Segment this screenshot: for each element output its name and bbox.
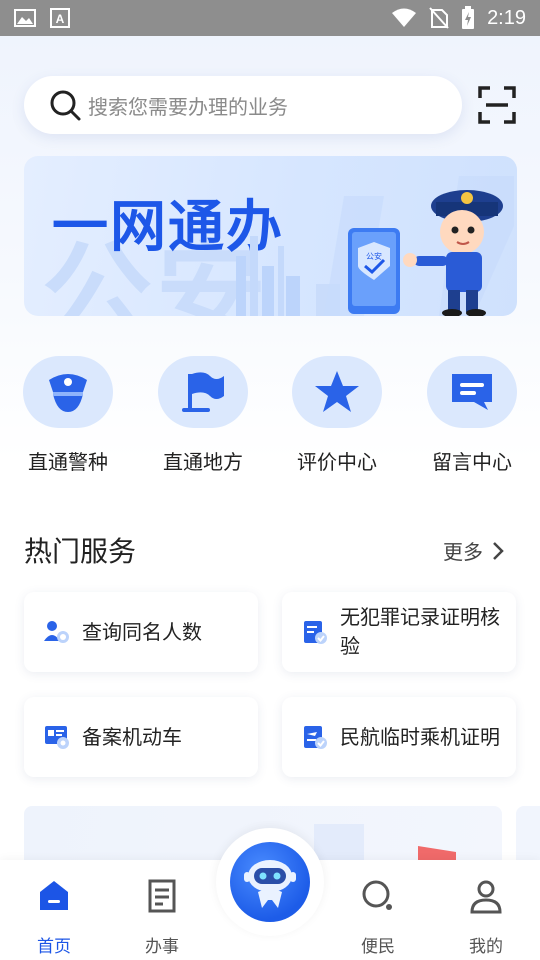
message-icon [452,374,492,410]
search-circle-icon [362,880,392,910]
chevron-right-icon [493,541,504,560]
quick-link-label: 直通地方 [163,450,243,474]
star-icon [315,371,359,412]
service-card-vehicle-register[interactable]: 备案机动车 [24,697,258,777]
service-label: 备案机动车 [82,724,182,749]
people-search-icon [44,621,69,643]
more-link[interactable]: 更多 [443,536,505,565]
tab-services[interactable]: 办事 [122,876,202,957]
svg-text:A: A [56,12,65,26]
tab-label: 便民 [361,937,395,957]
service-label: 民航临时乘机证明 [340,724,500,749]
flag-icon [182,372,224,412]
tab-profile[interactable]: 我的 [446,876,526,957]
status-time: 2:19 [487,6,526,29]
tab-home[interactable]: 首页 [14,876,94,957]
quick-links: 直通警种 直通地方 评价中心 留言中心 [0,356,540,476]
document-icon [148,879,176,913]
phone-shield-text: 公安 [366,251,382,261]
gallery-icon [14,9,36,27]
quick-link-messages[interactable]: 留言中心 [417,356,527,475]
font-icon: A [50,8,70,28]
quick-link-police-types[interactable]: 直通警种 [13,356,123,475]
hot-services-title: 热门服务 [24,535,137,568]
search-input[interactable]: 搜索您需要办理的业务 [24,76,462,134]
wifi-icon [392,8,417,27]
more-label: 更多 [443,540,483,564]
search-placeholder: 搜索您需要办理的业务 [88,94,288,119]
tab-label: 办事 [145,937,179,957]
battery-charging-icon [462,6,475,29]
quick-link-local[interactable]: 直通地方 [148,356,258,475]
tab-label: 我的 [469,937,503,957]
quick-link-label: 评价中心 [297,450,377,474]
service-card-flight-certificate[interactable]: 民航临时乘机证明 [282,697,516,777]
quick-link-label: 直通警种 [28,450,108,474]
robot-assistant-icon [244,860,296,908]
flight-certificate-icon [304,726,327,749]
tab-label: 首页 [37,937,71,957]
tab-convenience[interactable]: 便民 [338,876,418,957]
quick-link-evaluation[interactable]: 评价中心 [282,356,392,475]
service-label: 查询同名人数 [82,619,202,644]
service-card-no-criminal-record[interactable]: 无犯罪记录证明核验 [282,592,516,672]
promo-banner[interactable]: 公安 一网通办 公安 [24,156,517,316]
user-icon [470,880,502,914]
no-sim-icon [429,7,449,29]
quick-link-label: 留言中心 [432,450,512,474]
status-bar: A 2:19 [0,0,540,36]
secondary-banner-next[interactable] [516,806,540,866]
scan-icon[interactable] [476,84,518,126]
vehicle-register-icon [45,726,69,749]
service-card-same-name[interactable]: 查询同名人数 [24,592,258,672]
police-cap-icon [49,374,87,412]
certificate-check-icon [304,621,327,644]
assistant-button[interactable] [216,828,324,936]
home-icon [40,881,68,910]
search-icon [50,90,81,121]
service-label: 无犯罪记录证明核验 [340,605,500,658]
police-mascot-illustration: 公安 [236,176,514,316]
